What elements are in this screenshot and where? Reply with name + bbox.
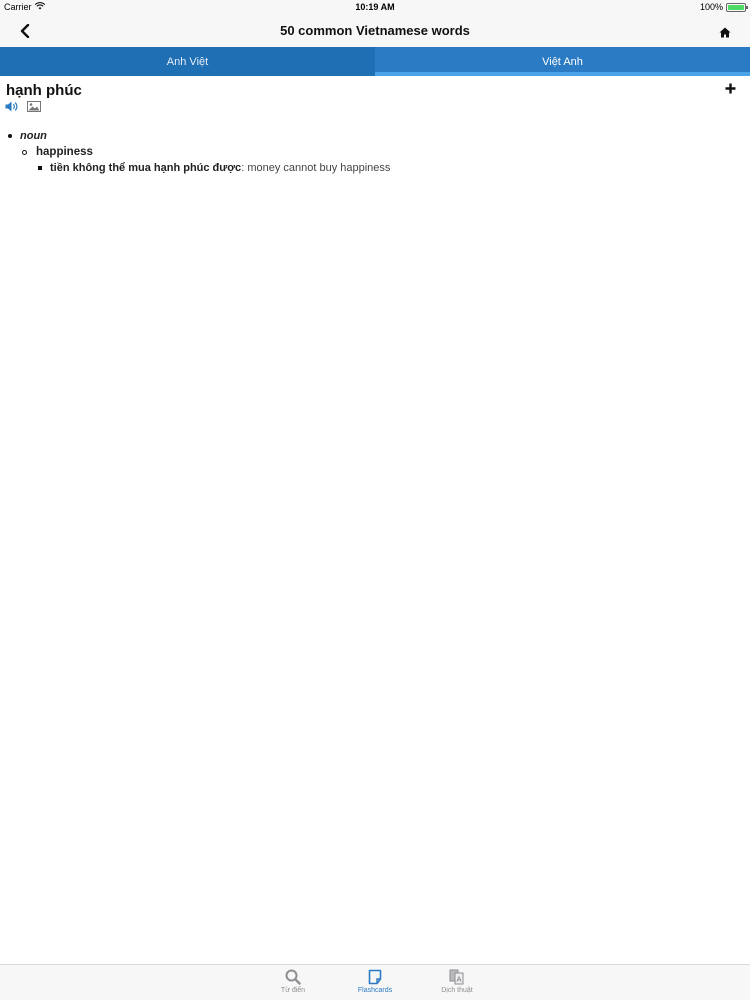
bullet-square <box>38 166 42 170</box>
headword: hạnh phúc <box>6 82 82 99</box>
navigation-bar: 50 common Vietnamese words <box>0 16 750 47</box>
battery-fill <box>728 4 744 10</box>
translate-icon: A <box>449 969 464 985</box>
bottom-tab-label: Từ điển <box>280 987 306 994</box>
bullet-circle <box>22 149 27 155</box>
page-title: 50 common Vietnamese words <box>280 23 470 38</box>
bullet-dot <box>8 134 12 138</box>
status-right: 100% <box>699 2 748 12</box>
pos-item: noun <box>6 128 390 144</box>
plus-icon <box>725 83 735 93</box>
dictionary-direction-tabs: Anh Việt Việt Anh <box>0 47 750 76</box>
sense-translation: happiness <box>36 146 93 158</box>
add-button[interactable] <box>722 80 738 96</box>
bottom-tab-label: Flashcards <box>357 987 393 994</box>
home-icon <box>719 27 731 37</box>
part-of-speech: noun <box>20 130 47 142</box>
status-bar: Carrier 10:19 AM 100% <box>0 0 750 16</box>
media-icons <box>5 101 41 112</box>
tab-viet-anh[interactable]: Việt Anh <box>375 47 750 76</box>
example-english: money cannot buy happiness <box>247 162 391 174</box>
example-item: tiền không thể mua hạnh phúc được: money… <box>38 160 390 176</box>
image-icon[interactable] <box>27 101 41 112</box>
battery-icon <box>726 2 748 12</box>
bottom-tab-flashcards[interactable]: Flashcards <box>353 965 397 1000</box>
search-icon <box>285 969 301 985</box>
bottom-tab-label: Dịch thuật <box>441 987 473 994</box>
status-time: 10:19 AM <box>355 2 395 12</box>
home-button[interactable] <box>714 21 736 43</box>
speaker-icon[interactable] <box>5 101 18 112</box>
sense-item: happiness <box>22 144 390 160</box>
bottom-tab-bar: Từ điển Flashcards A Dịch thuật <box>0 964 750 1000</box>
svg-text:A: A <box>457 976 462 984</box>
bottom-tab-translate[interactable]: A Dịch thuật <box>435 965 479 1000</box>
definition-list: noun happiness tiền không thể mua hạnh p… <box>6 128 390 176</box>
bottom-tab-dictionary[interactable]: Từ điển <box>271 965 315 1000</box>
example-vietnamese: tiền không thể mua hạnh phúc được <box>50 162 242 174</box>
flashcards-icon <box>368 969 382 985</box>
tab-anh-viet[interactable]: Anh Việt <box>0 47 375 76</box>
battery-percent: 100% <box>699 2 723 12</box>
